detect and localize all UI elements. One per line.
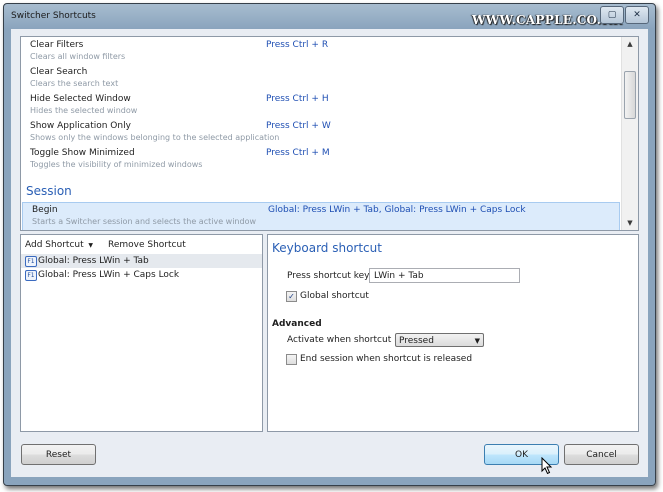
shortcuts-list: Clear Filters Clears all window filters … — [20, 36, 639, 231]
shortcut-row-toggle-show-minimized[interactable]: Toggle Show Minimized Toggles the visibi… — [21, 146, 619, 173]
shortcut-title: Begin — [32, 205, 58, 215]
shortcut-row-show-application-only[interactable]: Show Application Only Shows only the win… — [21, 119, 619, 146]
scroll-down-icon[interactable]: ▼ — [622, 216, 638, 230]
cancel-button[interactable]: Cancel — [564, 444, 639, 465]
close-icon[interactable]: ✕ — [625, 6, 649, 24]
add-shortcut-label: Add Shortcut — [25, 240, 84, 250]
shortcut-row-begin[interactable]: Begin Starts a Switcher session and sele… — [22, 202, 620, 230]
window-controls: ▢ ✕ — [599, 6, 649, 24]
keyboard-shortcut-panel: Keyboard shortcut Press shortcut keys: L… — [267, 234, 639, 432]
scroll-thumb[interactable] — [624, 71, 636, 119]
shortcut-keys: Press Ctrl + M — [266, 148, 330, 158]
shortcut-title: Show Application Only — [30, 121, 131, 131]
advanced-heading: Advanced — [272, 319, 322, 329]
dropdown-arrow-icon: ▼ — [474, 337, 480, 345]
shortcut-description: Clears the search text — [30, 79, 119, 88]
end-session-checkbox[interactable] — [286, 354, 297, 365]
mouse-cursor-icon — [541, 457, 553, 475]
shortcut-entries-panel: Add Shortcut ▼ Remove Shortcut F1 Global… — [20, 234, 263, 432]
remove-shortcut-button[interactable]: Remove Shortcut — [108, 240, 186, 250]
keyboard-shortcut-title: Keyboard shortcut — [272, 241, 382, 255]
shortcut-keys: Press Ctrl + W — [266, 121, 331, 131]
shortcut-keys-label: Press shortcut keys: — [287, 271, 378, 281]
shortcut-keys: Press Ctrl + H — [266, 94, 329, 104]
shortcut-description: Clears all window filters — [30, 52, 126, 61]
shortcut-entry-label: Global: Press LWin + Caps Lock — [38, 270, 180, 280]
shortcut-title: Hide Selected Window — [30, 94, 131, 104]
reset-button[interactable]: Reset — [21, 444, 96, 465]
chevron-down-icon: ▼ — [86, 242, 94, 249]
shortcut-entry-label: Global: Press LWin + Tab — [38, 256, 149, 266]
shortcut-keys-input[interactable]: LWin + Tab — [369, 268, 520, 283]
maximize-icon[interactable]: ▢ — [600, 6, 624, 24]
activate-when-select[interactable]: Pressed ▼ — [395, 333, 484, 347]
end-session-label: End session when shortcut is released — [300, 354, 473, 364]
shortcut-title: Toggle Show Minimized — [30, 148, 135, 158]
window-title: Switcher Shortcuts — [11, 11, 96, 21]
shortcut-row-clear-search[interactable]: Clear Search Clears the search text — [21, 65, 619, 92]
title-bar[interactable]: Switcher Shortcuts WWW.CAPPLE.CO.KR ▢ ✕ — [4, 4, 655, 30]
switcher-shortcuts-window: Switcher Shortcuts WWW.CAPPLE.CO.KR ▢ ✕ … — [3, 3, 656, 486]
activate-when-label: Activate when shortcut is: — [287, 335, 405, 345]
scroll-up-icon[interactable]: ▲ — [622, 37, 638, 51]
section-title-session: Session — [26, 184, 72, 198]
shortcut-description: Toggles the visibility of minimized wind… — [30, 160, 203, 169]
shortcut-keys: Press Ctrl + R — [266, 40, 329, 50]
shortcut-description: Starts a Switcher session and selects th… — [32, 217, 257, 226]
function-key-icon: F1 — [25, 256, 37, 267]
global-shortcut-checkbox[interactable]: ✓ — [286, 291, 297, 302]
shortcut-entry[interactable]: F1 Global: Press LWin + Caps Lock — [21, 268, 262, 282]
shortcut-toolbar: Add Shortcut ▼ Remove Shortcut — [21, 235, 262, 255]
vertical-scrollbar[interactable]: ▲ ▼ — [621, 37, 638, 230]
shortcut-title: Clear Filters — [30, 40, 84, 50]
activate-when-value: Pressed — [399, 336, 434, 346]
function-key-icon: F1 — [25, 270, 37, 281]
shortcut-title: Clear Search — [30, 67, 88, 77]
shortcut-entry[interactable]: F1 Global: Press LWin + Tab — [21, 254, 262, 268]
add-shortcut-button[interactable]: Add Shortcut ▼ — [25, 240, 93, 250]
shortcut-row-hide-selected-window[interactable]: Hide Selected Window Hides the selected … — [21, 92, 619, 119]
dialog-client-area: Clear Filters Clears all window filters … — [11, 29, 648, 477]
shortcut-description: Hides the selected window — [30, 106, 138, 115]
shortcut-description: Shows only the windows belonging to the … — [30, 133, 280, 142]
global-shortcut-label: Global shortcut — [300, 291, 369, 301]
shortcut-row-clear-filters[interactable]: Clear Filters Clears all window filters … — [21, 38, 619, 65]
shortcut-keys: Global: Press LWin + Tab, Global: Press … — [268, 205, 526, 215]
